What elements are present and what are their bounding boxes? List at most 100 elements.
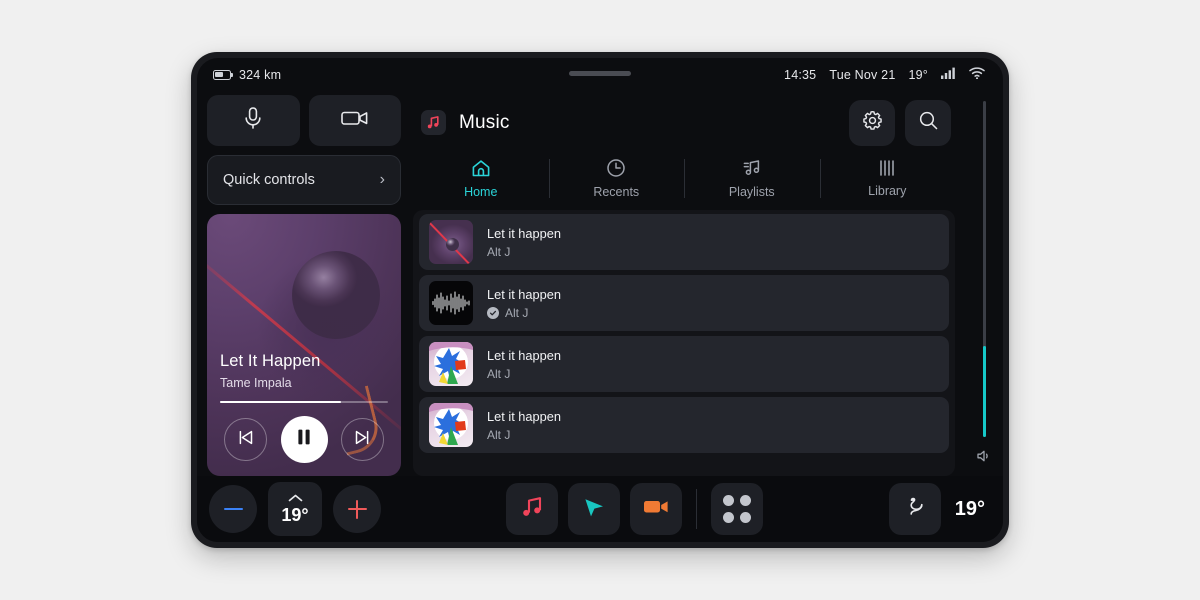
navigation-arrow-icon — [582, 495, 606, 524]
video-camera-icon — [643, 497, 669, 521]
music-app-icon — [421, 110, 446, 135]
volume-track[interactable] — [982, 101, 986, 437]
track-title: Let it happen — [487, 408, 562, 424]
microphone-button[interactable] — [207, 95, 300, 146]
now-playing-title: Let It Happen — [220, 351, 321, 370]
temperature-up-button[interactable] — [333, 485, 381, 533]
climate-controls: 19° — [209, 482, 381, 536]
skip-next-icon — [354, 429, 371, 451]
app-tab-bar: Home Recents Playlists Library — [407, 150, 961, 207]
app-header: Music — [407, 95, 961, 150]
quick-action-row — [207, 95, 401, 146]
now-playing-artist: Tame Impala — [220, 375, 292, 390]
track-artist-row: Alt J — [487, 367, 561, 381]
artwork-orb — [292, 250, 381, 339]
app-title: Music — [459, 111, 510, 133]
track-list: Let it happen Alt J Let it happen Alt J … — [413, 210, 955, 476]
skip-previous-icon — [237, 429, 254, 451]
playback-progress-bar[interactable] — [220, 400, 388, 403]
camera-button[interactable] — [308, 95, 401, 146]
temperature-down-button[interactable] — [209, 485, 257, 533]
signal-bars-icon — [941, 67, 956, 82]
track-artist-row: Alt J — [487, 428, 561, 442]
tab-playlists[interactable]: Playlists — [684, 150, 820, 207]
now-playing-card[interactable]: Let It Happen Tame Impala — [207, 214, 401, 476]
dock-divider — [696, 489, 698, 529]
outside-temperature-text: 19° — [908, 67, 928, 82]
album-artwork — [429, 342, 473, 386]
previous-track-button[interactable] — [224, 418, 267, 461]
status-bar-left: 324 km — [213, 68, 281, 82]
seat-heater-button[interactable] — [888, 483, 941, 535]
verified-check-icon — [487, 306, 499, 319]
dock-navigation-app[interactable] — [568, 483, 621, 535]
tab-home-label: Home — [464, 184, 498, 199]
tab-recents-label: Recents — [593, 185, 640, 199]
chevron-up-icon — [288, 492, 303, 504]
search-button[interactable] — [905, 99, 951, 146]
wifi-icon — [969, 67, 985, 82]
track-meta: Let it happen Alt J — [487, 226, 561, 259]
range-text: 324 km — [239, 67, 282, 82]
home-icon — [471, 159, 491, 181]
tab-playlists-label: Playlists — [728, 185, 775, 199]
dock-camera-app[interactable] — [630, 483, 683, 535]
album-artwork — [429, 220, 473, 264]
table-row[interactable]: Let it happen Alt J — [419, 397, 949, 453]
table-row[interactable]: Let it happen Alt J — [419, 214, 949, 270]
clock-text: 14:35 — [784, 67, 817, 82]
next-track-button[interactable] — [341, 418, 384, 461]
playback-controls — [220, 416, 388, 463]
tab-recents[interactable]: Recents — [548, 150, 685, 207]
track-meta: Let it happen Alt J — [487, 409, 561, 442]
now-playing-info: Let It Happen Tame Impala — [207, 352, 401, 477]
tab-library[interactable]: Library — [819, 150, 956, 207]
microphone-icon — [242, 106, 264, 135]
left-panel: Quick controls › Let It Happen Tame Impa… — [197, 91, 407, 476]
driver-temperature-value: 19° — [281, 505, 309, 525]
dock-music-app[interactable] — [506, 483, 559, 535]
screen-drag-handle[interactable] — [569, 71, 631, 76]
video-camera-icon — [340, 108, 369, 133]
track-artist: Alt J — [487, 427, 511, 442]
quick-controls-button[interactable]: Quick controls › — [207, 155, 401, 205]
music-app-panel: Music Home Recents Playlists Library Let… — [407, 91, 965, 476]
track-artist: Alt J — [487, 244, 511, 259]
track-title: Let it happen — [487, 225, 562, 241]
tab-home[interactable]: Home — [413, 150, 549, 207]
dock-all-apps[interactable] — [711, 483, 764, 535]
speaker-icon[interactable] — [976, 449, 992, 468]
playlist-note-icon — [742, 158, 762, 181]
date-text: Tue Nov 21 — [829, 67, 896, 82]
passenger-temperature-value: 19° — [954, 497, 985, 520]
dock-app-row — [506, 483, 764, 535]
track-artist-row: Alt J — [487, 306, 561, 320]
battery-icon — [213, 69, 234, 80]
table-row[interactable]: Let it happen Alt J — [419, 336, 949, 392]
play-pause-button[interactable] — [280, 416, 328, 463]
album-artwork — [429, 403, 473, 447]
plus-icon — [347, 499, 367, 519]
bottom-dock: 19° 19° — [197, 476, 1003, 542]
passenger-climate: 19° — [888, 483, 991, 535]
search-icon — [918, 110, 939, 136]
clock-icon — [606, 158, 626, 181]
quick-controls-label: Quick controls — [223, 172, 315, 188]
music-note-icon — [520, 495, 544, 524]
car-infotainment-device: 324 km 14:35 Tue Nov 21 19° Quick contro… — [191, 52, 1009, 548]
track-artist-row: Alt J — [487, 245, 561, 259]
volume-slider[interactable] — [965, 91, 1003, 476]
status-bar-right: 14:35 Tue Nov 21 19° — [784, 67, 985, 82]
volume-fill — [982, 346, 986, 437]
pause-icon — [296, 428, 312, 451]
screenshot-stage: 324 km 14:35 Tue Nov 21 19° Quick contro… — [0, 0, 1200, 600]
seat-heater-icon — [902, 494, 928, 525]
track-title: Let it happen — [487, 347, 562, 363]
tab-library-label: Library — [868, 184, 907, 198]
track-title: Let it happen — [487, 286, 562, 302]
settings-button[interactable] — [849, 99, 895, 146]
track-meta: Let it happen Alt J — [487, 348, 561, 381]
table-row[interactable]: Let it happen Alt J — [419, 275, 949, 331]
chevron-right-icon: › — [379, 171, 385, 188]
driver-temperature-button[interactable]: 19° — [268, 482, 322, 536]
